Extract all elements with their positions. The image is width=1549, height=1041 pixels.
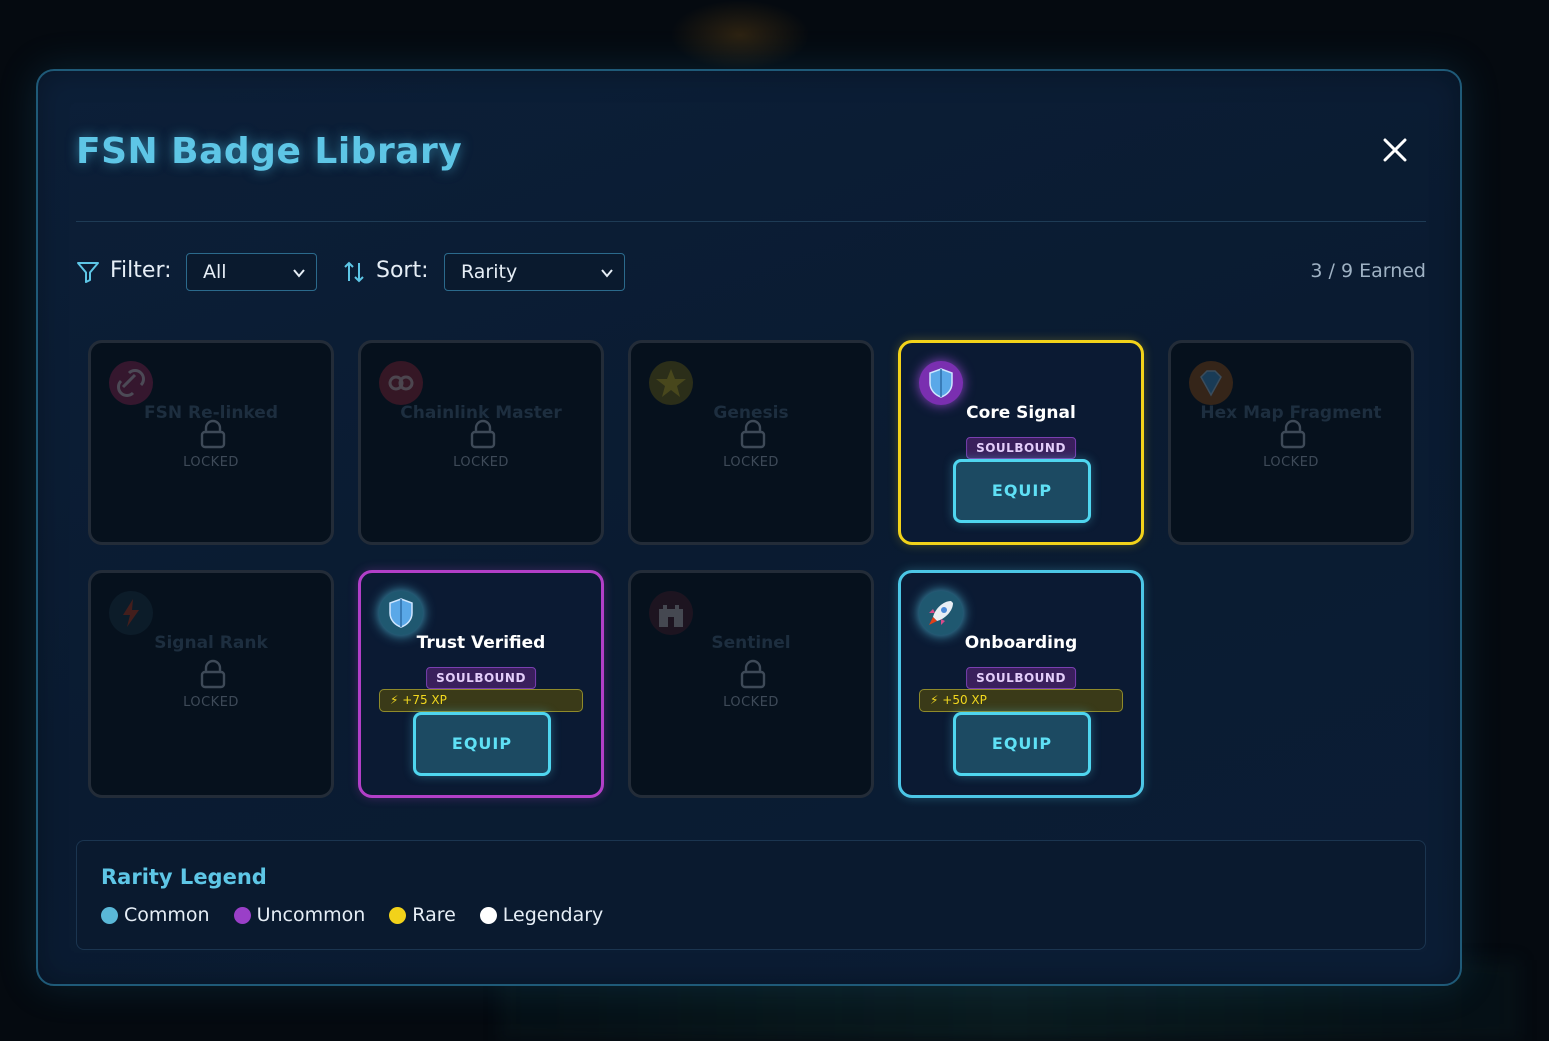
- chevron-down-icon: [601, 269, 613, 278]
- earned-count: 3 / 9 Earned: [1310, 260, 1426, 282]
- locked-status: LOCKED: [1263, 455, 1319, 470]
- legend-item-uncommon: Uncommon: [233, 904, 366, 926]
- lock-icon: [740, 419, 766, 449]
- xp-reward-tag: ⚡ +75 XP: [379, 689, 583, 712]
- badge-card[interactable]: Onboarding SOULBOUND ⚡ +50 XP EQUIP: [898, 570, 1144, 798]
- filter-icon: [77, 262, 99, 283]
- shield-icon: [919, 361, 963, 405]
- header-divider: [76, 221, 1426, 222]
- equip-button[interactable]: EQUIP: [953, 459, 1091, 523]
- badge-card[interactable]: FSN Re-linked LOCKED: [88, 340, 334, 545]
- sort-select[interactable]: Rarity: [444, 253, 625, 291]
- sort-icon: [344, 261, 364, 283]
- sort-label: Sort:: [376, 258, 429, 283]
- badge-name: Signal Rank: [154, 633, 268, 653]
- lightning-icon: ⚡: [390, 693, 399, 707]
- lightning-icon: ⚡: [930, 693, 939, 707]
- badge-name: Trust Verified: [416, 633, 546, 653]
- filter-selected-value: All: [203, 261, 227, 283]
- filter-select[interactable]: All: [186, 253, 317, 291]
- locked-status: LOCKED: [183, 455, 239, 470]
- badge-card[interactable]: Core Signal SOULBOUND EQUIP: [898, 340, 1144, 545]
- legend-label: Uncommon: [256, 904, 366, 926]
- xp-reward-tag: ⚡ +50 XP: [919, 689, 1123, 712]
- chevron-down-icon: [293, 269, 305, 278]
- soulbound-tag: SOULBOUND: [966, 437, 1076, 459]
- badge-card[interactable]: Hex Map Fragment LOCKED: [1168, 340, 1414, 545]
- locked-status: LOCKED: [453, 455, 509, 470]
- legend-label: Legendary: [502, 904, 604, 926]
- legend-items: Common Uncommon Rare Legendary: [101, 903, 627, 927]
- legend-title: Rarity Legend: [101, 865, 267, 889]
- badge-name: Sentinel: [711, 633, 791, 653]
- lock-icon: [740, 659, 766, 689]
- shield-icon: [379, 591, 423, 635]
- badge-name: Onboarding: [964, 633, 1078, 653]
- close-button[interactable]: [1378, 133, 1412, 167]
- equip-button[interactable]: EQUIP: [953, 712, 1091, 776]
- legend-item-common: Common: [101, 904, 210, 926]
- equip-button[interactable]: EQUIP: [413, 712, 551, 776]
- rare-dot: [389, 906, 407, 924]
- badge-card[interactable]: Trust Verified SOULBOUND ⚡ +75 XP EQUIP: [358, 570, 604, 798]
- badge-card[interactable]: Sentinel LOCKED: [628, 570, 874, 798]
- filter-sort-toolbar: Filter: All Sort: Rarity 3 / 9 Earned: [76, 252, 1426, 292]
- badge-card[interactable]: Signal Rank LOCKED: [88, 570, 334, 798]
- castle-icon: [649, 591, 693, 635]
- background-glow: [670, 0, 810, 70]
- uncommon-dot: [233, 906, 251, 924]
- locked-status: LOCKED: [183, 695, 239, 710]
- badge-card[interactable]: Chainlink Master LOCKED: [358, 340, 604, 545]
- soulbound-tag: SOULBOUND: [966, 667, 1076, 689]
- badge-name: Core Signal: [966, 403, 1076, 423]
- modal-title: FSN Badge Library: [76, 131, 463, 172]
- common-dot: [101, 906, 118, 924]
- link-icon: [109, 361, 153, 405]
- rarity-legend: Rarity Legend Common Uncommon Rare Legen…: [76, 840, 1426, 950]
- legend-label: Common: [124, 904, 210, 926]
- lock-icon: [1280, 419, 1306, 449]
- soulbound-tag: SOULBOUND: [426, 667, 536, 689]
- close-icon: [1383, 138, 1407, 162]
- lightning-icon: [109, 591, 153, 635]
- badge-library-modal: FSN Badge Library Filter: All Sort: Rari…: [36, 69, 1462, 986]
- locked-status: LOCKED: [723, 695, 779, 710]
- lock-icon: [200, 419, 226, 449]
- lock-icon: [200, 659, 226, 689]
- lock-icon: [470, 419, 496, 449]
- legend-item-rare: Rare: [389, 904, 456, 926]
- badge-card[interactable]: Genesis LOCKED: [628, 340, 874, 545]
- legend-label: Rare: [412, 904, 456, 926]
- sort-selected-value: Rarity: [461, 261, 518, 283]
- legendary-dot: [479, 906, 497, 924]
- star-icon: [649, 361, 693, 405]
- xp-value: +75 XP: [402, 693, 447, 707]
- gem-icon: [1189, 361, 1233, 405]
- rocket-icon: [919, 591, 963, 635]
- filter-label: Filter:: [110, 258, 172, 283]
- locked-status: LOCKED: [723, 455, 779, 470]
- chain-icon: [379, 361, 423, 405]
- xp-value: +50 XP: [942, 693, 987, 707]
- legend-item-legendary: Legendary: [479, 904, 604, 926]
